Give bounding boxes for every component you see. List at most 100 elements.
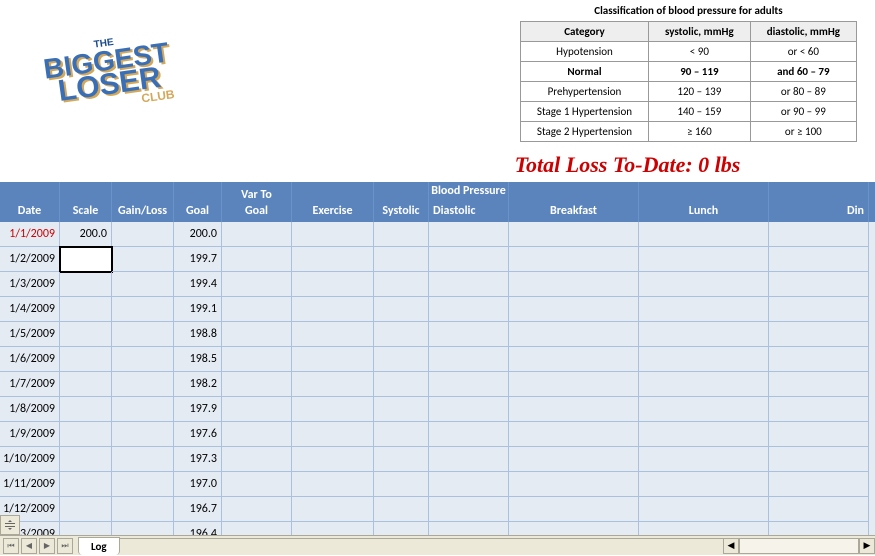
scroll-left-icon[interactable]: ◀ <box>723 538 739 554</box>
cell-lunch[interactable] <box>639 272 769 297</box>
cell-exercise[interactable] <box>292 222 374 247</box>
cell-exercise[interactable] <box>292 497 374 522</box>
cell-dinner[interactable] <box>769 347 869 372</box>
col-header-dinner[interactable]: Din <box>769 182 869 222</box>
cell-lunch[interactable] <box>639 447 769 472</box>
cell-breakfast[interactable] <box>509 322 639 347</box>
cell-var[interactable] <box>222 347 292 372</box>
cell-date[interactable]: 1/5/2009 <box>0 322 60 347</box>
cell-lunch[interactable] <box>639 497 769 522</box>
cell-var[interactable] <box>222 297 292 322</box>
cell-breakfast[interactable] <box>509 397 639 422</box>
cell-dinner[interactable] <box>769 397 869 422</box>
cell-dinner[interactable] <box>769 497 869 522</box>
cell-date[interactable]: 1/11/2009 <box>0 472 60 497</box>
cell-var[interactable] <box>222 372 292 397</box>
col-header-diastolic[interactable]: Blood PressureDiastolic <box>429 182 509 222</box>
cell-dinner[interactable] <box>769 222 869 247</box>
cell-gainloss[interactable] <box>112 497 174 522</box>
scroll-right-icon[interactable]: ▶ <box>859 538 875 554</box>
cell-lunch[interactable] <box>639 297 769 322</box>
cell-exercise[interactable] <box>292 322 374 347</box>
cell-exercise[interactable] <box>292 447 374 472</box>
cell-goal[interactable]: 199.4 <box>174 272 222 297</box>
cell-diastolic[interactable] <box>429 372 509 397</box>
cell-systolic[interactable] <box>374 447 429 472</box>
cell-systolic[interactable] <box>374 422 429 447</box>
col-header-scale[interactable]: Scale <box>60 182 112 222</box>
col-header-systolic[interactable]: Systolic <box>374 182 429 222</box>
cell-exercise[interactable] <box>292 297 374 322</box>
cell-goal[interactable]: 197.6 <box>174 422 222 447</box>
cell-exercise[interactable] <box>292 372 374 397</box>
cell-scale[interactable] <box>60 247 112 272</box>
cell-lunch[interactable] <box>639 422 769 447</box>
tab-nav-last-icon[interactable]: ⏭ <box>57 538 73 554</box>
tab-nav-prev-icon[interactable]: ◀ <box>21 538 37 554</box>
cell-breakfast[interactable] <box>509 347 639 372</box>
cell-systolic[interactable] <box>374 497 429 522</box>
cell-dinner[interactable] <box>769 472 869 497</box>
cell-var[interactable] <box>222 397 292 422</box>
col-header-goal[interactable]: Goal <box>174 182 222 222</box>
cell-gainloss[interactable] <box>112 322 174 347</box>
cell-gainloss[interactable] <box>112 447 174 472</box>
cell-gainloss[interactable] <box>112 297 174 322</box>
cell-date[interactable]: 1/2/2009 <box>0 247 60 272</box>
row-splitter-icon[interactable] <box>0 515 20 535</box>
cell-diastolic[interactable] <box>429 322 509 347</box>
cell-var[interactable] <box>222 472 292 497</box>
cell-date[interactable]: 1/7/2009 <box>0 372 60 397</box>
cell-goal[interactable]: 197.9 <box>174 397 222 422</box>
cell-systolic[interactable] <box>374 322 429 347</box>
cell-var[interactable] <box>222 222 292 247</box>
cell-diastolic[interactable] <box>429 397 509 422</box>
cell-breakfast[interactable] <box>509 497 639 522</box>
tab-log[interactable]: Log <box>78 537 120 555</box>
cell-diastolic[interactable] <box>429 272 509 297</box>
cell-date[interactable]: 1/3/2009 <box>0 272 60 297</box>
cell-scale[interactable] <box>60 272 112 297</box>
tab-nav-first-icon[interactable]: ⏮ <box>3 538 19 554</box>
cell-diastolic[interactable] <box>429 447 509 472</box>
cell-breakfast[interactable] <box>509 222 639 247</box>
cell-scale[interactable] <box>60 347 112 372</box>
cell-exercise[interactable] <box>292 397 374 422</box>
cell-lunch[interactable] <box>639 222 769 247</box>
cell-scale[interactable] <box>60 372 112 397</box>
cell-gainloss[interactable] <box>112 272 174 297</box>
cell-exercise[interactable] <box>292 347 374 372</box>
cell-lunch[interactable] <box>639 472 769 497</box>
cell-date[interactable]: 1/1/2009 <box>0 222 60 247</box>
col-header-date[interactable]: Date <box>0 182 60 222</box>
cell-goal[interactable]: 196.7 <box>174 497 222 522</box>
cell-date[interactable]: 1/6/2009 <box>0 347 60 372</box>
cell-breakfast[interactable] <box>509 247 639 272</box>
cell-dinner[interactable] <box>769 247 869 272</box>
cell-breakfast[interactable] <box>509 297 639 322</box>
cell-breakfast[interactable] <box>509 422 639 447</box>
scroll-track[interactable] <box>739 538 859 554</box>
col-header-breakfast[interactable]: Breakfast <box>509 182 639 222</box>
cell-dinner[interactable] <box>769 447 869 472</box>
cell-breakfast[interactable] <box>509 472 639 497</box>
cell-diastolic[interactable] <box>429 472 509 497</box>
cell-lunch[interactable] <box>639 247 769 272</box>
cell-exercise[interactable] <box>292 272 374 297</box>
cell-diastolic[interactable] <box>429 422 509 447</box>
cell-scale[interactable] <box>60 422 112 447</box>
cell-dinner[interactable] <box>769 372 869 397</box>
col-header-exercise[interactable]: Exercise <box>292 182 374 222</box>
cell-gainloss[interactable] <box>112 347 174 372</box>
cell-goal[interactable]: 198.8 <box>174 322 222 347</box>
cell-systolic[interactable] <box>374 397 429 422</box>
cell-exercise[interactable] <box>292 472 374 497</box>
cell-diastolic[interactable] <box>429 497 509 522</box>
cell-breakfast[interactable] <box>509 372 639 397</box>
cell-systolic[interactable] <box>374 272 429 297</box>
cell-scale[interactable]: 200.0 <box>60 222 112 247</box>
cell-exercise[interactable] <box>292 247 374 272</box>
cell-date[interactable]: 1/8/2009 <box>0 397 60 422</box>
cell-diastolic[interactable] <box>429 222 509 247</box>
cell-breakfast[interactable] <box>509 447 639 472</box>
